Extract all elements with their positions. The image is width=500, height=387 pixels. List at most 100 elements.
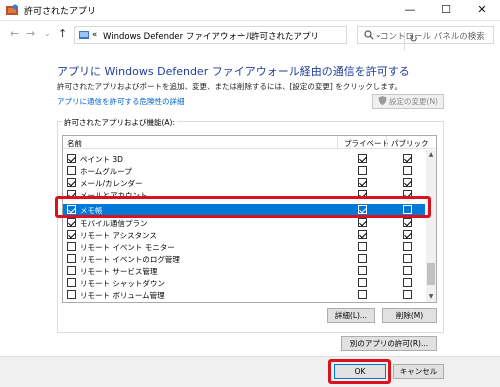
list-scrollbar[interactable]: ▲ ▼ (426, 150, 436, 302)
breadcrumb-overflow[interactable]: « (92, 30, 97, 40)
app-enabled-checkbox[interactable] (67, 178, 76, 187)
app-name: メモ帳 (80, 206, 103, 215)
list-item[interactable]: リモート ボリューム管理 (63, 289, 425, 301)
title-bar: 許可されたアプリ — ☐ ✕ (0, 0, 500, 21)
app-enabled-checkbox[interactable] (67, 205, 76, 214)
app-name: リモート シャットダウン (80, 279, 165, 288)
window-title: 許可されたアプリ (24, 7, 97, 17)
chevron-right-icon: › (240, 30, 244, 39)
list-item[interactable]: ホームグループ (63, 165, 425, 177)
details-button[interactable]: 詳細(L)... (327, 308, 375, 323)
public-checkbox[interactable] (403, 254, 412, 263)
list-item[interactable]: リモート アシスタンス (63, 229, 425, 241)
search-box[interactable]: コントロール パネルの検索 (357, 26, 494, 44)
app-name: リモート ボリューム管理 (80, 291, 165, 300)
list-item[interactable]: メールとアカウント (63, 189, 425, 201)
public-checkbox[interactable] (403, 205, 412, 214)
uac-shield-icon (378, 96, 387, 105)
private-checkbox[interactable] (358, 218, 367, 227)
minimize-button[interactable]: — (392, 0, 428, 21)
risk-info-link[interactable]: アプリに通信を許可する危険性の詳細 (57, 96, 185, 107)
private-checkbox[interactable] (358, 190, 367, 199)
public-checkbox[interactable] (403, 190, 412, 199)
list-item[interactable]: リモート シャットダウン (63, 277, 425, 289)
back-button[interactable]: ← (10, 27, 19, 40)
up-button[interactable]: ↑ (58, 27, 67, 40)
app-name: リモート サービス管理 (80, 267, 158, 276)
public-checkbox[interactable] (403, 278, 412, 287)
private-checkbox[interactable] (358, 230, 367, 239)
app-name: リモート イベント モニター (80, 243, 175, 252)
private-checkbox[interactable] (358, 154, 367, 163)
public-checkbox[interactable] (403, 290, 412, 299)
public-checkbox[interactable] (403, 242, 412, 251)
column-header-public[interactable]: パブリック (391, 138, 429, 149)
allow-another-app-button[interactable]: 別のアプリの許可(R)... (341, 336, 437, 351)
list-item[interactable]: リモート サービス管理 (63, 265, 425, 277)
private-checkbox[interactable] (358, 166, 367, 175)
app-enabled-checkbox[interactable] (67, 290, 76, 299)
app-enabled-checkbox[interactable] (67, 266, 76, 275)
app-enabled-checkbox[interactable] (67, 154, 76, 163)
column-divider (386, 136, 387, 149)
private-checkbox[interactable] (358, 205, 367, 214)
close-button[interactable]: ✕ (464, 0, 500, 21)
navigation-bar: ← → ⌄ ↑ « Windows Defender ファイアウォール › 許可… (0, 21, 500, 50)
list-item[interactable]: ペイント 3D (63, 153, 425, 165)
search-icon (364, 30, 374, 40)
change-settings-button[interactable]: 設定の変更(N) (372, 94, 444, 109)
breadcrumb-firewall[interactable]: Windows Defender ファイアウォール (103, 30, 254, 42)
app-enabled-checkbox[interactable] (67, 242, 76, 251)
app-enabled-checkbox[interactable] (67, 190, 76, 199)
public-checkbox[interactable] (403, 230, 412, 239)
app-enabled-checkbox[interactable] (67, 166, 76, 175)
public-checkbox[interactable] (403, 218, 412, 227)
page-heading: アプリに Windows Defender ファイアウォール経由の通信を許可する (57, 65, 410, 78)
app-name: ペイント 3D (80, 155, 123, 164)
public-checkbox[interactable] (403, 266, 412, 275)
scroll-thumb[interactable] (427, 263, 435, 285)
private-checkbox[interactable] (358, 290, 367, 299)
change-settings-label: 設定の変更(N) (389, 97, 438, 106)
private-checkbox[interactable] (358, 278, 367, 287)
list-item[interactable]: モバイル通信プラン (63, 217, 425, 229)
scroll-down-arrow[interactable]: ▼ (426, 292, 436, 302)
app-name: リモート イベントのログ管理 (80, 255, 180, 264)
app-enabled-checkbox[interactable] (67, 278, 76, 287)
private-checkbox[interactable] (358, 178, 367, 187)
scroll-up-arrow[interactable]: ▲ (426, 150, 436, 160)
public-checkbox[interactable] (403, 178, 412, 187)
list-item[interactable]: メモ帳 (63, 204, 425, 216)
public-checkbox[interactable] (403, 166, 412, 175)
address-bar[interactable]: « Windows Defender ファイアウォール › 許可されたアプリ ⌄… (74, 26, 418, 50)
maximize-button[interactable]: ☐ (428, 0, 464, 21)
list-item[interactable]: リモート イベントのログ管理 (63, 253, 425, 265)
firewall-app-icon (6, 4, 18, 15)
column-header-private[interactable]: プライベート (344, 138, 389, 149)
app-name: ホームグループ (80, 167, 132, 176)
control-panel-icon (79, 31, 89, 39)
cancel-button[interactable]: キャンセル (393, 364, 444, 379)
allowed-apps-list[interactable]: 名前 プライベート パブリック ペイント 3D ホームグループ メール/カレンダーメ… (62, 135, 437, 303)
list-header: 名前 プライベート パブリック (63, 136, 436, 149)
list-item[interactable]: リモート イベント モニター (63, 241, 425, 253)
public-checkbox[interactable] (403, 154, 412, 163)
recent-locations-dropdown[interactable]: ⌄ (44, 29, 51, 38)
private-checkbox[interactable] (358, 242, 367, 251)
page-description: 許可されたアプリおよびポートを追加、変更、または削除するには、[設定の変更] を… (57, 82, 402, 91)
app-enabled-checkbox[interactable] (67, 254, 76, 263)
remove-button[interactable]: 削除(M) (382, 308, 437, 323)
private-checkbox[interactable] (358, 266, 367, 275)
list-item[interactable]: メール/カレンダー (63, 177, 425, 189)
app-name: メールとアカウント (80, 191, 148, 200)
app-name: リモート アシスタンス (80, 231, 157, 240)
forward-button[interactable]: → (26, 27, 35, 40)
private-checkbox[interactable] (358, 254, 367, 263)
app-enabled-checkbox[interactable] (67, 218, 76, 227)
column-divider (337, 136, 338, 149)
breadcrumb-allowed-apps[interactable]: 許可されたアプリ (251, 30, 319, 42)
column-header-name[interactable]: 名前 (67, 138, 82, 149)
app-enabled-checkbox[interactable] (67, 230, 76, 239)
ok-button[interactable]: OK (334, 364, 386, 379)
allowed-apps-group-label: 許可されたアプリおよび機能(A): (62, 117, 178, 128)
